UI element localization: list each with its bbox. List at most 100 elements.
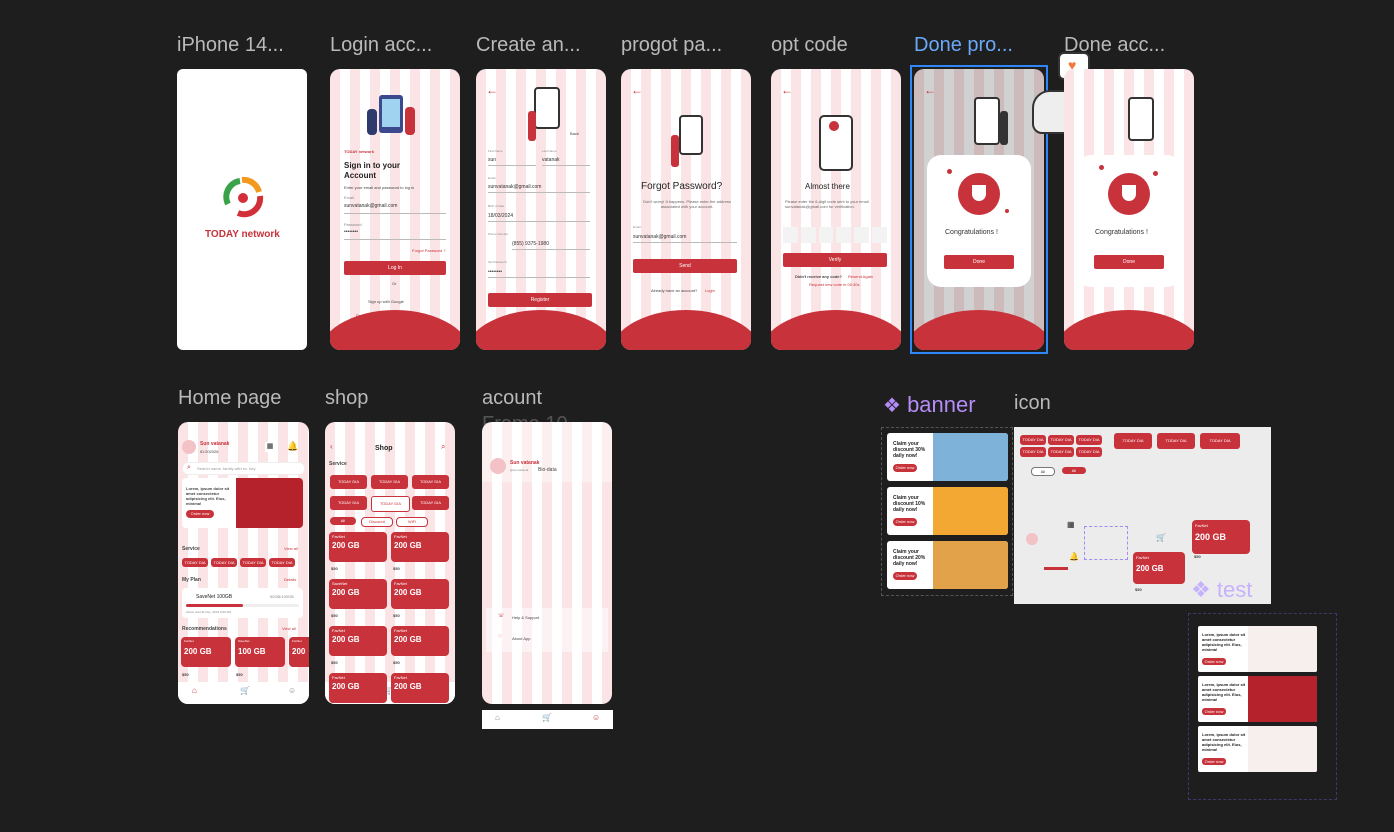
home-icon[interactable]: ⌂ — [192, 686, 197, 695]
rec-card[interactable]: FavNet 200 GB — [181, 637, 231, 667]
shop-product-card[interactable]: FavNet 200 GB — [329, 673, 387, 703]
first-name-field[interactable]: sun — [488, 157, 536, 166]
forgot-frame[interactable]: ← Forgot Password? Don't worry! It happe… — [621, 69, 751, 350]
login-frame[interactable]: TODAY network Sign in to your Account En… — [330, 69, 460, 350]
cart-icon[interactable]: 🛒 — [542, 713, 552, 722]
login-email-field[interactable]: sunvatanak@gmail.com — [344, 203, 446, 214]
home-banner[interactable]: Lorem, ipsum dolor sit amet consectetur … — [182, 478, 303, 528]
service-chip[interactable]: TODAY DIA — [1076, 435, 1102, 445]
frame-label-account[interactable]: acount — [482, 387, 542, 410]
test-banner-order-button[interactable]: Order now — [1202, 708, 1226, 715]
cart-icon[interactable]: 🛒 — [240, 686, 250, 695]
shop-chip[interactable]: TODAY DIA — [412, 475, 449, 489]
send-button[interactable]: Send — [633, 259, 737, 273]
frame-label-done-pro[interactable]: Done pro... — [914, 34, 1013, 57]
resend-link[interactable]: Resend Again — [848, 274, 873, 279]
shop-product-card[interactable]: FavNet 200 GB — [391, 626, 449, 656]
grid-icon[interactable]: ▦ — [265, 442, 275, 452]
frame-label-create[interactable]: Create an... — [476, 34, 581, 57]
frame-label-forgot[interactable]: progot pa... — [621, 34, 722, 57]
back-arrow-icon[interactable]: ← — [631, 83, 643, 97]
avatar[interactable] — [490, 458, 506, 474]
test-banner-item[interactable]: Lorem, ipsum dolor sit amet consectetur … — [1198, 726, 1317, 772]
search-icon[interactable]: ⌕ — [441, 442, 445, 452]
user-icon[interactable]: ☺ — [592, 713, 600, 722]
icon-card[interactable]: FavNet 200 GB — [1133, 552, 1185, 584]
shop-chip[interactable]: TODAY DIA — [371, 475, 408, 489]
banner-item[interactable]: Claim your discount 10% daily now! Order … — [887, 487, 1008, 535]
otp-code-inputs[interactable] — [783, 227, 887, 243]
back-arrow-icon[interactable]: ← — [781, 83, 793, 97]
last-name-field[interactable]: vatanak — [542, 157, 590, 166]
done-button[interactable]: Done — [1094, 255, 1164, 269]
google-signup-button[interactable]: Sign up with Google — [368, 299, 404, 304]
icon-label[interactable]: icon — [1014, 392, 1051, 415]
service-chip[interactable]: TODAY DIA — [1020, 447, 1046, 457]
banner-item[interactable]: Claim your discount 30% daily now! Order … — [887, 433, 1008, 481]
banner-order-button[interactable]: Order now — [893, 572, 917, 580]
tab-all-active[interactable]: All — [1062, 467, 1086, 474]
icon-card[interactable]: FavNet 200 GB — [1192, 520, 1250, 554]
user-icon[interactable]: ☺ — [288, 686, 296, 695]
plan-details-link[interactable]: Details — [284, 577, 296, 582]
login-button[interactable]: Log In — [344, 261, 446, 275]
rec-card[interactable]: SaveNet 100 GB — [235, 637, 285, 667]
forgot-email-field[interactable]: sunvatanak@gmail.com — [633, 234, 737, 243]
shop-product-card[interactable]: FavNet 200 GB — [329, 626, 387, 656]
service-chip[interactable]: TODAY DIA — [1048, 435, 1074, 445]
service-chip[interactable]: TODAY DIA — [182, 558, 208, 567]
frame-label-otp[interactable]: opt code — [771, 34, 848, 57]
shop-product-card[interactable]: FavNet 200 GB — [391, 673, 449, 703]
login-password-field[interactable]: •••••••• — [344, 229, 446, 240]
frame-label-login[interactable]: Login acc... — [330, 34, 432, 57]
create-back[interactable]: Back — [570, 131, 579, 136]
tab-discount[interactable]: Discount — [361, 517, 393, 527]
frame-label-home[interactable]: Home page — [178, 387, 281, 410]
frame-label-shop[interactable]: shop — [325, 387, 368, 410]
service-chip[interactable]: TODAY DIA — [1200, 433, 1240, 449]
tab-all[interactable]: All — [330, 517, 356, 525]
shop-chip[interactable]: TODAY DIA — [330, 496, 367, 510]
shop-chip[interactable]: TODAY DIA — [330, 475, 367, 489]
search-input[interactable]: ⌕ Search name, family with ex. key — [182, 462, 305, 475]
account-frame[interactable]: Sun vatanak @sunvatanak Bio-data ☏ Help … — [482, 422, 612, 704]
service-chip[interactable]: TODAY DIA — [1157, 433, 1195, 449]
verify-button[interactable]: Verify — [783, 253, 887, 267]
set-password-field[interactable]: •••••••• — [488, 269, 590, 278]
bell-icon[interactable]: 🔔 — [287, 441, 298, 452]
about-app-item[interactable]: About App — [512, 636, 530, 641]
shop-product-card[interactable]: FavNet 200 GB — [391, 579, 449, 609]
banner-item[interactable]: Claim your discount 20% daily now! Order … — [887, 541, 1008, 589]
banner-component-label[interactable]: ❖ banner — [883, 392, 976, 418]
service-chip[interactable]: TODAY DIA — [1048, 447, 1074, 457]
shop-product-card[interactable]: FavNet 200 GB — [391, 532, 449, 562]
service-chip[interactable]: TODAY DIA — [1114, 433, 1152, 449]
shop-chip[interactable]: TODAY DIA — [371, 496, 410, 512]
service-chip[interactable]: TODAY DIA — [211, 558, 237, 567]
back-arrow-icon[interactable]: ‹ — [330, 442, 333, 451]
avatar[interactable] — [182, 440, 196, 454]
create-frame[interactable]: ← Back First Name Last Name sun vatanak … — [476, 69, 606, 350]
shop-product-card[interactable]: SaveNet 200 GB — [329, 579, 387, 609]
service-chip[interactable]: TODAY DIA — [1076, 447, 1102, 457]
phone-field[interactable]: (855) 9375-1980 — [512, 241, 590, 250]
rec-card[interactable]: FavNet 200 — [289, 637, 309, 667]
register-button[interactable]: Register — [488, 293, 592, 307]
service-chip[interactable]: TODAY DIA — [269, 558, 295, 567]
create-email-field[interactable]: sunvatanak@gmail.com — [488, 184, 590, 193]
plan-card[interactable]: SaveNet 100GB 50GB/100GB Active until 31… — [182, 588, 303, 618]
banner-order-button[interactable]: Order now — [893, 518, 917, 526]
back-arrow-icon[interactable]: ← — [486, 83, 498, 97]
test-banner-order-button[interactable]: Order now — [1202, 658, 1226, 665]
test-banner-item[interactable]: Lorem, ipsum dolor sit amet consectetur … — [1198, 676, 1317, 722]
recommendations-view-all[interactable]: View all — [282, 626, 296, 631]
home-order-button[interactable]: Order now — [186, 510, 214, 518]
otp-frame[interactable]: ← Almost there Please enter the 6-digit … — [771, 69, 901, 350]
home-frame[interactable]: Sun vatanak ID:202026 ▦ 🔔 ⌕ Search name,… — [178, 422, 309, 704]
tab-wifi[interactable]: WiFi — [396, 517, 428, 527]
tab-all[interactable]: All — [1031, 467, 1055, 476]
banner-order-button[interactable]: Order now — [893, 464, 917, 472]
help-support-item[interactable]: Help & Support — [512, 615, 539, 620]
service-view-all[interactable]: View all — [284, 546, 298, 551]
home-icon[interactable]: ⌂ — [495, 713, 500, 722]
